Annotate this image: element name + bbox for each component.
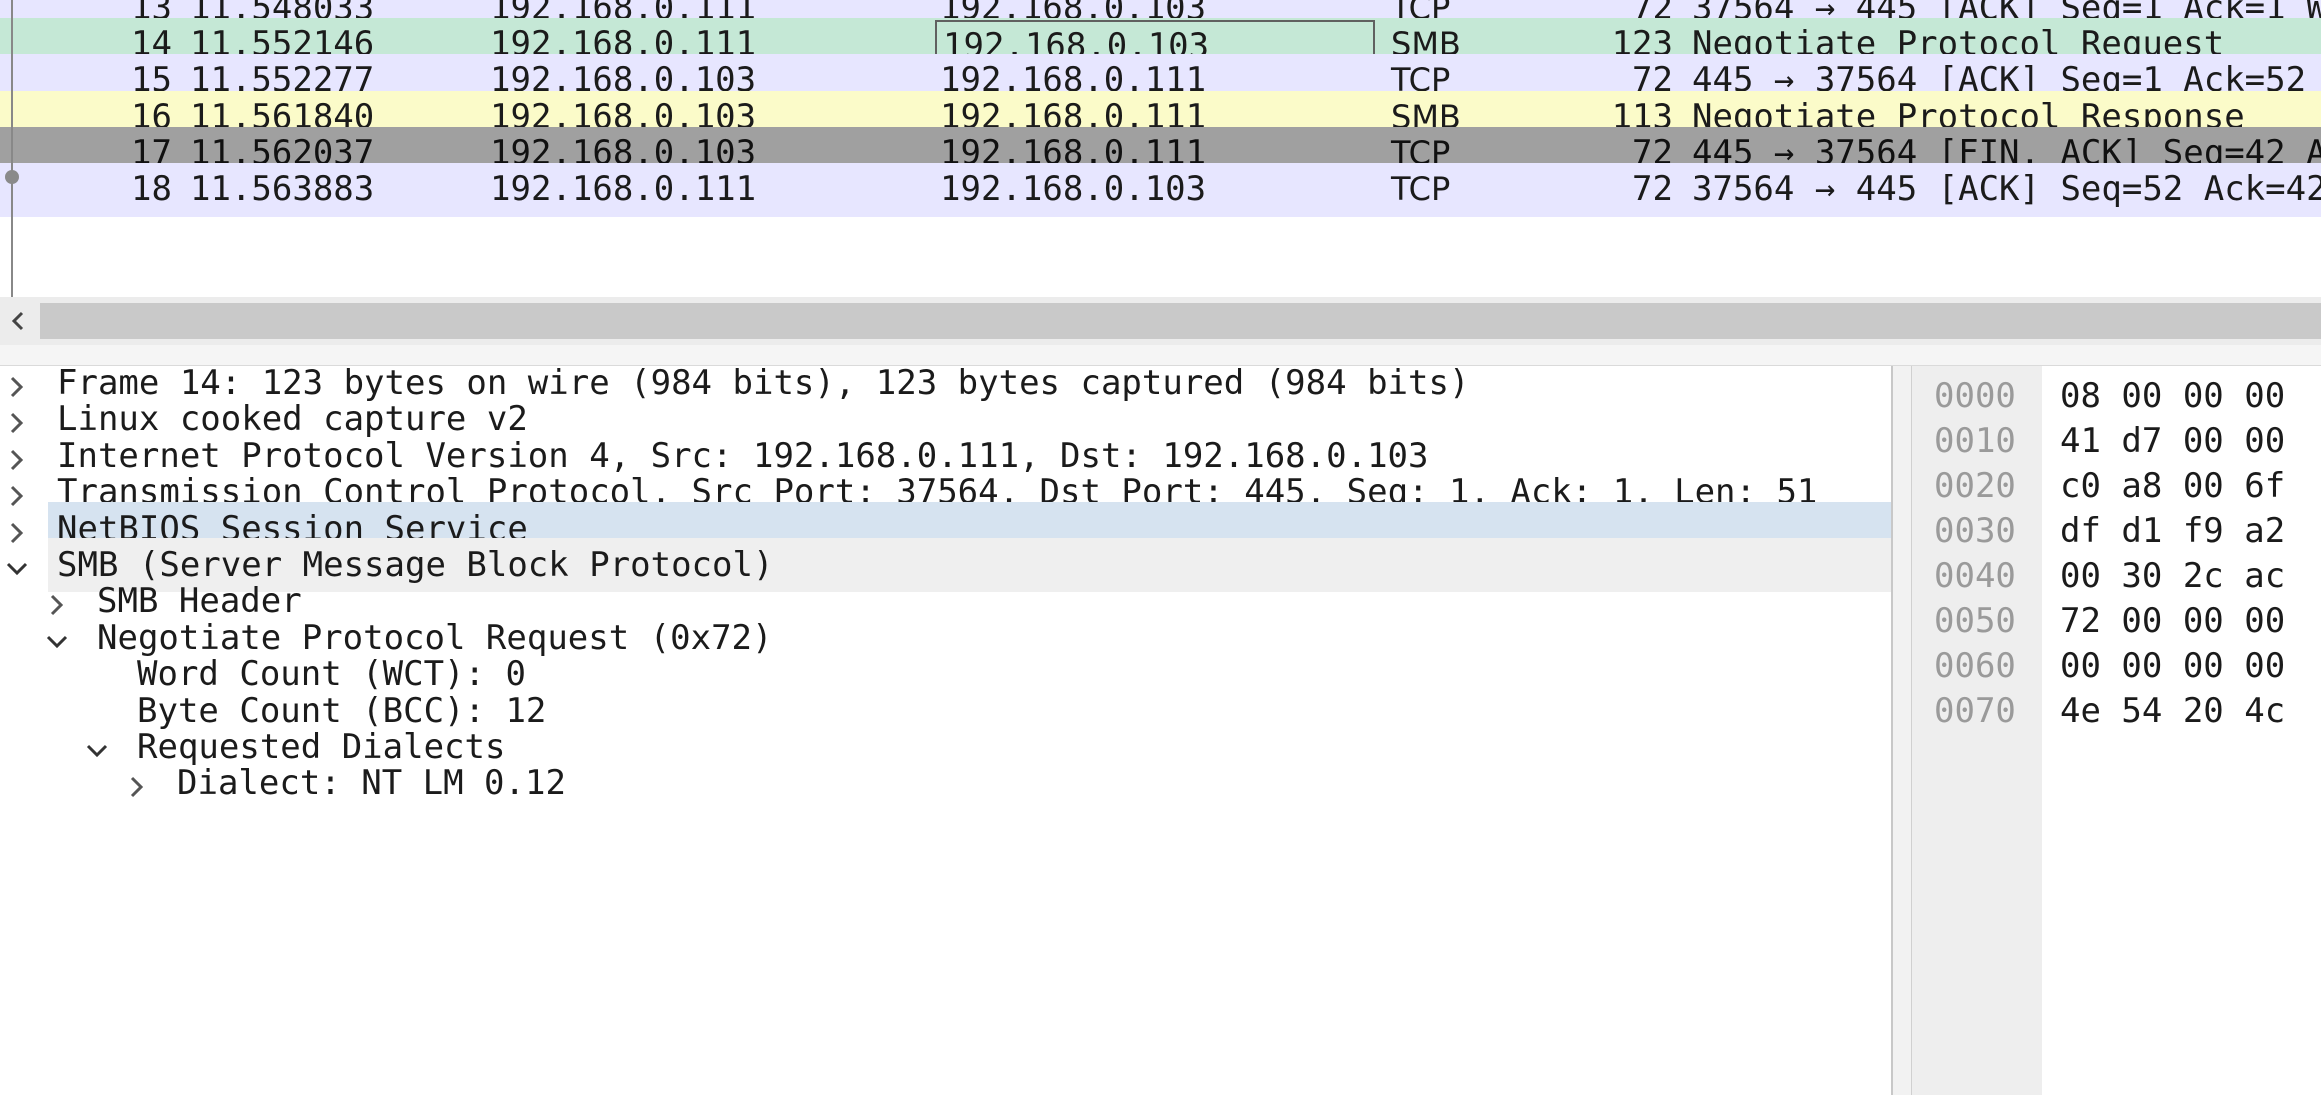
hex-offset: 0000 <box>1934 376 2016 416</box>
chevron-right-icon[interactable] <box>44 587 70 616</box>
chevron-right-icon[interactable] <box>4 405 30 434</box>
packet-info-cell: 37564 → 445 [ACK] Seq=52 Ack=42 Win=6425… <box>1692 169 2321 209</box>
hex-pane-gutter <box>1893 366 1912 1095</box>
chevron-down-icon[interactable] <box>84 733 110 759</box>
tree-item[interactable]: Dialect: NT LM 0.12 <box>0 756 1891 810</box>
hex-byte-line[interactable]: 08 00 00 00 <box>2060 376 2285 416</box>
hex-offset: 0020 <box>1934 466 2016 506</box>
chevron-down-icon[interactable] <box>4 551 30 577</box>
chevron-right-icon[interactable] <box>124 769 150 798</box>
hex-bytes-column[interactable]: 08 00 00 00 41 d7 00 00 c0 a8 00 6f df d1 f… <box>2042 366 2321 1095</box>
hex-byte-line[interactable]: df d1 f9 a2 <box>2060 511 2285 551</box>
packet-proto-cell: TCP <box>1391 170 1451 208</box>
chevron-right-icon[interactable] <box>4 515 30 543</box>
scrollbar-thumb[interactable] <box>40 303 2321 339</box>
hex-byte-line[interactable]: 4e 54 20 4c <box>2060 691 2285 731</box>
hex-offset-column: 0000 0010 0020 0030 0040 0050 0060 0070 <box>1912 366 2042 1095</box>
packet-time-cell: 11.563883 <box>190 169 375 209</box>
packet-list-horizontal-scrollbar[interactable] <box>0 297 2321 345</box>
packet-no-cell: 18 <box>131 169 172 209</box>
packet-row[interactable]: 18 11.563883 192.168.0.111 192.168.0.103 TCP… <box>0 163 2321 217</box>
hex-byte-line[interactable]: 41 d7 00 00 <box>2060 421 2285 461</box>
packet-dst-cell: 192.168.0.103 <box>940 169 1207 209</box>
scroll-left-arrow-icon[interactable] <box>0 297 36 345</box>
chevron-down-icon[interactable] <box>44 624 70 650</box>
chevron-right-icon[interactable] <box>4 442 30 470</box>
hex-offset: 0060 <box>1934 646 2016 686</box>
hex-offset: 0050 <box>1934 601 2016 641</box>
chevron-right-icon[interactable] <box>4 369 30 398</box>
hex-offset: 0040 <box>1934 556 2016 596</box>
related-packet-dot-icon <box>5 170 19 184</box>
hex-offset: 0070 <box>1934 691 2016 731</box>
hex-byte-line[interactable]: 72 00 00 00 <box>2060 601 2285 641</box>
tree-item-label: Dialect: NT LM 0.12 <box>177 763 566 804</box>
hex-offset: 0010 <box>1934 421 2016 461</box>
packet-src-cell: 192.168.0.111 <box>490 169 757 209</box>
packet-details-tree[interactable]: Frame 14: 123 bytes on wire (984 bits), … <box>0 366 1891 1095</box>
hex-byte-line[interactable]: 00 30 2c ac <box>2060 556 2285 596</box>
hex-offset: 0030 <box>1934 511 2016 551</box>
chevron-right-icon[interactable] <box>4 478 30 507</box>
hex-byte-line[interactable]: 00 00 00 00 <box>2060 646 2285 686</box>
packet-list[interactable]: 13 11.548033 192.168.0.111 192.168.0.103 TCP… <box>0 0 2321 297</box>
pane-splitter[interactable] <box>0 345 2321 366</box>
related-packet-line <box>11 0 13 297</box>
packet-len-cell: 72 <box>1632 169 1673 209</box>
hex-byte-line[interactable]: c0 a8 00 6f <box>2060 466 2285 506</box>
